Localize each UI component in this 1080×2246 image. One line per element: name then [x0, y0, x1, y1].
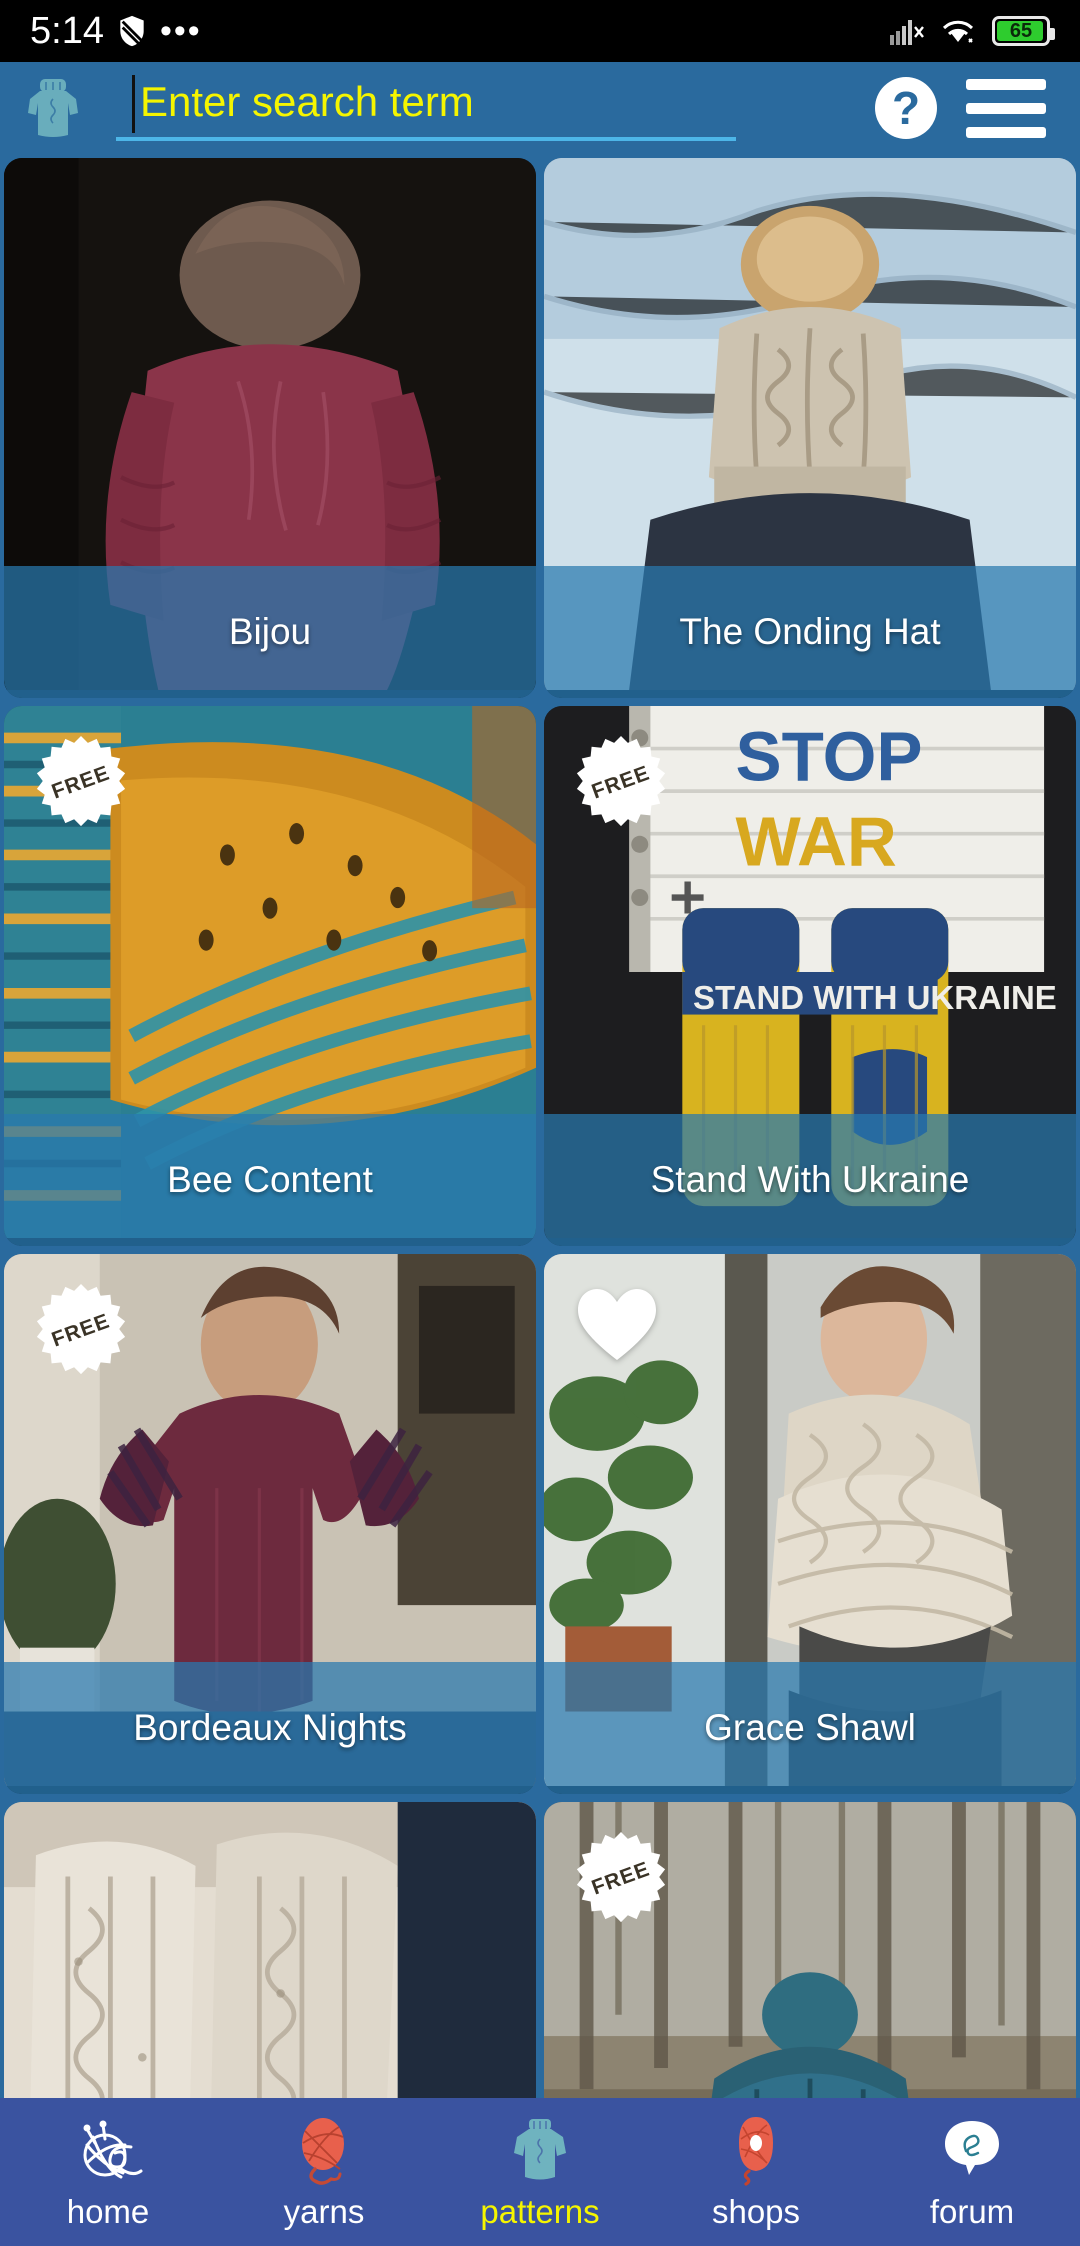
pattern-title: Bordeaux Nights: [4, 1662, 536, 1794]
pattern-card[interactable]: Bijou: [4, 158, 536, 698]
nav-item-patterns[interactable]: patterns: [432, 2098, 648, 2246]
shield-icon: [120, 15, 144, 47]
nav-label-patterns: patterns: [480, 2193, 600, 2230]
wifi-icon: [942, 20, 974, 43]
pattern-card[interactable]: Grace Shawl: [544, 1254, 1076, 1794]
nav-item-yarns[interactable]: yarns: [216, 2098, 432, 2246]
nav-item-forum[interactable]: forum: [864, 2098, 1080, 2246]
nav-label-yarns: yarns: [283, 2193, 365, 2230]
nav-item-shops[interactable]: shops: [648, 2098, 864, 2246]
sweater-logo-icon: [28, 79, 78, 137]
free-badge: FREE: [572, 1830, 670, 1928]
search-underline: [116, 137, 736, 141]
app-root: 5:14 ••• 65 Enter search term ? Bijou Th…: [0, 0, 1080, 2246]
search-input[interactable]: [116, 71, 736, 133]
overflow-dots-icon: •••: [159, 11, 202, 50]
pattern-title: The Onding Hat: [544, 566, 1076, 698]
status-bar: 5:14 ••• 65: [0, 0, 1080, 62]
bottom-navigation[interactable]: home yarns patterns shops forum: [0, 2098, 1080, 2246]
status-bar-right: 65: [890, 16, 1055, 46]
free-badge: FREE: [572, 734, 670, 832]
status-bar-left: 5:14 •••: [30, 12, 202, 50]
pattern-photo: [4, 1802, 536, 2098]
cell-signal-no-service-icon: [890, 20, 924, 45]
pattern-grid[interactable]: Bijou The Onding Hat FREE Bee Content ST…: [0, 154, 1080, 2098]
help-question-icon: ?: [875, 77, 937, 139]
free-badge: FREE: [32, 1282, 130, 1380]
pattern-card[interactable]: The Onding Hat: [544, 158, 1076, 698]
svg-text:STOP: STOP: [736, 717, 923, 795]
status-time: 5:14: [30, 10, 104, 52]
pattern-card[interactable]: FREE Bee Content: [4, 706, 536, 1246]
yarn-ball-needles-icon: [83, 2120, 143, 2179]
nav-label-shops: shops: [711, 2193, 801, 2230]
pattern-card[interactable]: [4, 1802, 536, 2098]
nav-label-home: home: [66, 2193, 150, 2230]
pattern-title: Bee Content: [4, 1114, 536, 1246]
pattern-title: Stand With Ukraine: [544, 1114, 1076, 1246]
favorite-heart-icon[interactable]: [574, 1284, 660, 1364]
battery-percent: 65: [1009, 19, 1033, 42]
app-header: ?: [0, 62, 1080, 154]
free-badge: FREE: [32, 734, 130, 832]
hamburger-menu-icon[interactable]: [966, 73, 1046, 143]
pattern-card[interactable]: STOP WAR STAND WITH UKRAINE FREE Stand W…: [544, 706, 1076, 1246]
sweater-icon: [514, 2119, 566, 2180]
help-button[interactable]: ?: [868, 70, 944, 146]
svg-text:STAND WITH UKRAINE: STAND WITH UKRAINE: [693, 979, 1057, 1016]
pattern-card[interactable]: FREE Bordeaux Nights: [4, 1254, 536, 1794]
yarn-skein-icon: [739, 2117, 773, 2186]
pattern-title: Bijou: [4, 566, 536, 698]
speech-bubble-icon: [945, 2121, 999, 2175]
yarn-ball-icon: [302, 2118, 344, 2185]
pattern-card[interactable]: FREE: [544, 1802, 1076, 2098]
nav-label-forum: forum: [929, 2193, 1015, 2230]
heart-shape: [578, 1289, 656, 1360]
search-bar[interactable]: [116, 71, 736, 145]
pattern-title: Grace Shawl: [544, 1662, 1076, 1794]
battery-indicator: 65: [992, 16, 1055, 46]
nav-item-home[interactable]: home: [0, 2098, 216, 2246]
svg-text:WAR: WAR: [736, 803, 897, 881]
